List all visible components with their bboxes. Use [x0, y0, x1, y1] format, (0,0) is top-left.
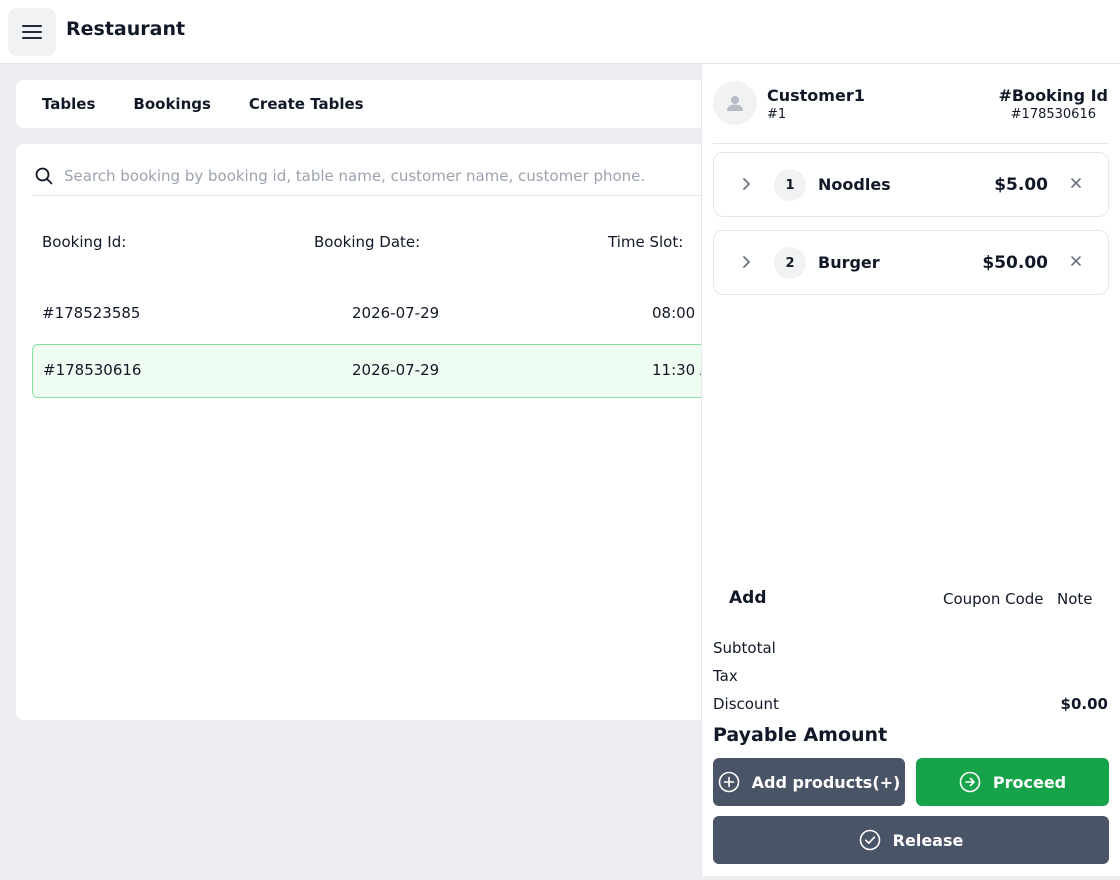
- close-icon[interactable]: [1068, 253, 1084, 269]
- discount-label: Discount: [713, 695, 779, 713]
- bookings-card: Booking Id: Booking Date: Time Slot: #17…: [16, 144, 716, 720]
- column-header-time-slot: Time Slot:: [608, 233, 684, 251]
- column-header-booking-id: Booking Id:: [42, 233, 127, 251]
- app-title: Restaurant: [66, 18, 186, 40]
- booking-date-cell: 2026-07-29: [352, 361, 440, 379]
- item-name: Noodles: [818, 175, 891, 194]
- note-button[interactable]: Note: [1057, 590, 1093, 608]
- booking-id-label: #Booking Id: [998, 86, 1108, 105]
- plus-circle-icon: [718, 771, 740, 793]
- hamburger-icon: [22, 25, 42, 39]
- chevron-right-icon[interactable]: [738, 254, 754, 270]
- subtotal-label: Subtotal: [713, 639, 776, 657]
- payable-amount-label: Payable Amount: [713, 724, 888, 746]
- search-input[interactable]: [64, 166, 704, 185]
- tax-label: Tax: [713, 667, 738, 685]
- order-item: 1 Noodles $5.00: [713, 152, 1109, 217]
- arrow-right-circle-icon: [959, 771, 981, 793]
- top-bar: Restaurant: [0, 0, 1120, 64]
- tab-tables[interactable]: Tables: [42, 95, 95, 113]
- column-header-booking-date: Booking Date:: [314, 233, 421, 251]
- table-row-selected[interactable]: #178530616 2026-07-29 11:30 AM: [32, 344, 716, 398]
- user-icon: [727, 96, 743, 111]
- add-button[interactable]: Add: [729, 588, 767, 608]
- check-circle-icon: [859, 829, 881, 851]
- discount-value: $0.00: [1060, 695, 1108, 713]
- close-icon[interactable]: [1068, 175, 1084, 191]
- order-panel: Customer1 #1 #Booking Id #178530616 1 No…: [701, 64, 1120, 876]
- order-item: 2 Burger $50.00: [713, 230, 1109, 295]
- booking-id-cell: #178530616: [43, 361, 142, 379]
- item-quantity: 2: [774, 247, 806, 279]
- item-price: $5.00: [994, 175, 1048, 195]
- item-name: Burger: [818, 253, 880, 272]
- table-row[interactable]: #178523585 2026-07-29 08:00 PM: [32, 287, 716, 341]
- tabs-bar: Tables Bookings Create Tables: [16, 80, 716, 128]
- add-products-button[interactable]: Add products(+): [713, 758, 905, 806]
- chevron-right-icon[interactable]: [738, 176, 754, 192]
- coupon-code-button[interactable]: Coupon Code: [943, 590, 1044, 608]
- item-quantity: 1: [774, 169, 806, 201]
- menu-button[interactable]: [8, 8, 56, 56]
- add-products-label: Add products(+): [751, 772, 901, 792]
- divider: [713, 143, 1109, 144]
- tab-bookings[interactable]: Bookings: [133, 95, 211, 113]
- tab-create-tables[interactable]: Create Tables: [249, 95, 364, 113]
- search-bar: [32, 156, 716, 196]
- booking-id-cell: #178523585: [42, 304, 141, 322]
- search-icon: [34, 166, 54, 186]
- release-label: Release: [892, 830, 964, 850]
- item-price: $50.00: [982, 253, 1048, 273]
- customer-name: Customer1: [767, 86, 865, 105]
- booking-date-cell: 2026-07-29: [352, 304, 440, 322]
- proceed-button[interactable]: Proceed: [916, 758, 1109, 806]
- customer-number: #1: [767, 107, 787, 122]
- booking-id-value: #178530616: [1010, 107, 1096, 122]
- proceed-label: Proceed: [992, 772, 1067, 792]
- release-button[interactable]: Release: [713, 816, 1109, 864]
- avatar: [713, 81, 757, 125]
